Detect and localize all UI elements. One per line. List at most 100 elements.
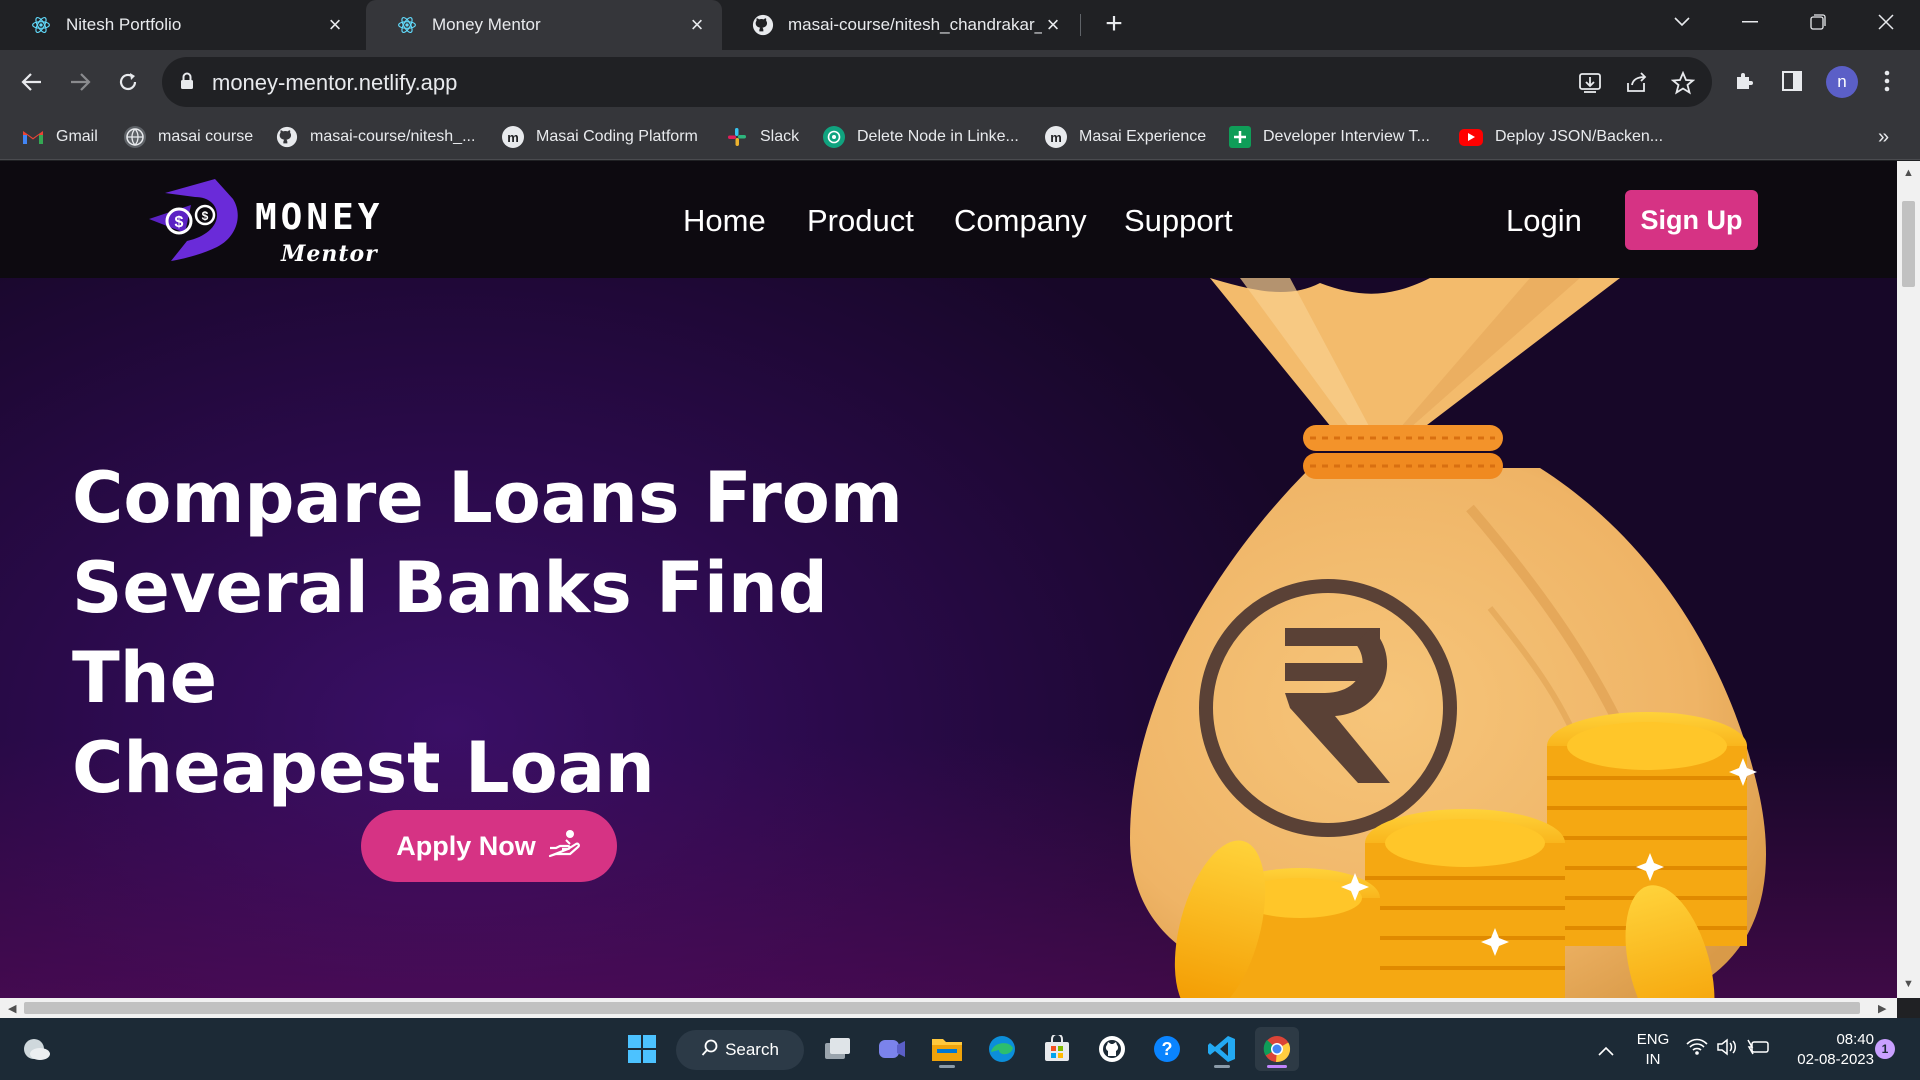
microsoft-store-icon[interactable] — [1035, 1027, 1079, 1071]
close-tab-icon[interactable]: × — [324, 12, 346, 37]
side-panel-icon[interactable] — [1777, 66, 1807, 96]
logo-text-mentor: Mentor — [281, 241, 378, 267]
headline-line: Several Banks Find The — [72, 547, 828, 719]
scroll-down-arrow-icon[interactable]: ▼ — [1903, 978, 1914, 990]
tab-title: masai-course/nitesh_chandrakar_fw — [788, 15, 1042, 34]
windows-taskbar: Search ? ENG IN 08:40 02-08-2023 1 — [0, 1018, 1920, 1080]
bookmark-masai-coding-platform[interactable]: m Masai Coding Platform — [502, 122, 698, 152]
github-desktop-icon[interactable] — [1090, 1027, 1134, 1071]
tab-title: Money Mentor — [432, 15, 541, 34]
windows-start-icon[interactable] — [620, 1027, 664, 1071]
nav-home[interactable]: Home — [683, 203, 766, 239]
lock-icon[interactable] — [180, 72, 194, 95]
bookmark-star-icon[interactable] — [1670, 70, 1696, 96]
tab-separator — [1080, 14, 1081, 36]
restore-icon[interactable] — [1790, 0, 1846, 44]
tab-github-repo[interactable]: masai-course/nitesh_chandrakar_fw × — [722, 0, 1078, 50]
bookmark-label: Masai Experience — [1079, 128, 1207, 145]
bookmark-label: Slack — [760, 128, 800, 145]
close-tab-icon[interactable]: × — [1042, 12, 1064, 37]
login-link[interactable]: Login — [1506, 203, 1582, 239]
extensions-puzzle-icon[interactable] — [1730, 66, 1760, 96]
notification-count: 1 — [1881, 1042, 1889, 1056]
file-explorer-icon[interactable] — [925, 1027, 969, 1071]
tab-search-icon[interactable] — [1654, 0, 1710, 44]
tab-money-mentor[interactable]: Money Mentor × — [366, 0, 722, 50]
profile-avatar[interactable]: n — [1826, 66, 1858, 98]
bookmark-masai-course[interactable]: masai course — [124, 122, 253, 152]
scroll-right-arrow-icon[interactable]: ▶ — [1878, 1002, 1886, 1015]
bookmark-developer-interview[interactable]: Developer Interview T... — [1229, 122, 1430, 152]
bookmark-label: Developer Interview T... — [1263, 128, 1430, 145]
scroll-left-arrow-icon[interactable]: ◀ — [8, 1002, 16, 1015]
new-tab-button[interactable]: + — [1098, 7, 1130, 40]
url-text[interactable]: money-mentor.netlify.app — [212, 70, 457, 96]
nav-support[interactable]: Support — [1124, 203, 1233, 239]
forward-arrow-icon[interactable] — [62, 64, 98, 100]
bookmark-deploy-json[interactable]: Deploy JSON/Backen... — [1459, 122, 1663, 152]
horizontal-scrollbar[interactable]: ◀ ▶ — [0, 998, 1897, 1018]
active-indicator — [1267, 1065, 1287, 1068]
region-code: IN — [1645, 1051, 1661, 1068]
notification-badge[interactable]: 1 — [1875, 1039, 1895, 1059]
help-icon[interactable]: ? — [1145, 1027, 1189, 1071]
horizontal-scroll-thumb[interactable] — [24, 1002, 1860, 1014]
menu-dots-icon[interactable] — [1872, 66, 1902, 96]
wifi-icon[interactable] — [1686, 1038, 1708, 1062]
volume-icon[interactable] — [1716, 1038, 1738, 1062]
page-viewport: Compare Loans From Several Banks Find Th… — [0, 161, 1897, 998]
minimize-icon[interactable] — [1722, 0, 1778, 44]
react-icon — [396, 14, 418, 36]
address-bar[interactable]: money-mentor.netlify.app — [162, 57, 1712, 107]
close-tab-icon[interactable]: × — [686, 12, 708, 37]
site-navbar: $ $ MONEY Mentor Home Product Company Su… — [0, 161, 1897, 278]
react-icon — [30, 14, 52, 36]
language-code: ENG — [1636, 1031, 1670, 1048]
money-mentor-logo[interactable]: $ $ MONEY Mentor — [145, 175, 395, 275]
signup-button[interactable]: Sign Up — [1625, 190, 1758, 250]
search-label: Search — [725, 1040, 779, 1059]
bookmark-slack[interactable]: Slack — [726, 122, 799, 152]
youtube-icon — [1459, 128, 1483, 146]
clock-time: 08:40 — [1836, 1031, 1874, 1048]
close-window-icon[interactable] — [1858, 0, 1914, 44]
running-indicator — [1214, 1065, 1230, 1068]
chrome-icon[interactable] — [1255, 1027, 1299, 1071]
hand-money-icon — [548, 828, 582, 865]
show-hidden-icons-chevron-icon[interactable] — [1598, 1040, 1614, 1060]
vscode-icon[interactable] — [1200, 1027, 1244, 1071]
bookmarks-overflow-button[interactable]: » — [1878, 122, 1889, 152]
logo-text-money: MONEY — [255, 197, 384, 238]
back-arrow-icon[interactable] — [14, 64, 50, 100]
svg-text:?: ? — [1162, 1039, 1173, 1059]
vertical-scroll-thumb[interactable] — [1902, 201, 1915, 287]
apply-now-button[interactable]: Apply Now — [361, 810, 617, 882]
clock[interactable]: 08:40 02-08-2023 — [1782, 1030, 1874, 1070]
bookmark-gmail[interactable]: Gmail — [22, 122, 98, 152]
weather-widget-icon[interactable] — [14, 1027, 58, 1071]
vertical-scrollbar[interactable]: ▲ ▼ — [1897, 161, 1920, 998]
teams-chat-icon[interactable] — [870, 1027, 914, 1071]
install-app-icon[interactable] — [1577, 70, 1603, 96]
language-indicator[interactable]: ENG IN — [1634, 1030, 1672, 1070]
tab-nitesh-portfolio[interactable]: Nitesh Portfolio × — [0, 0, 360, 50]
task-view-icon[interactable] — [816, 1027, 860, 1071]
taskbar-search-button[interactable]: Search — [676, 1030, 804, 1070]
edge-browser-icon[interactable] — [980, 1027, 1024, 1071]
nav-company[interactable]: Company — [954, 203, 1087, 239]
bookmark-delete-node[interactable]: Delete Node in Linke... — [823, 122, 1019, 152]
sheets-icon — [1229, 126, 1251, 148]
logo-emblem-icon: $ $ — [149, 179, 238, 261]
bookmark-masai-experience[interactable]: m Masai Experience — [1045, 122, 1206, 152]
share-icon[interactable] — [1624, 70, 1650, 96]
battery-charging-icon[interactable] — [1746, 1038, 1770, 1062]
scroll-up-arrow-icon[interactable]: ▲ — [1903, 167, 1914, 179]
tab-title: Nitesh Portfolio — [66, 15, 182, 34]
running-indicator — [939, 1065, 955, 1068]
reload-icon[interactable] — [110, 64, 146, 100]
hero-headline: Compare Loans From Several Banks Find Th… — [72, 453, 972, 813]
bookmark-label: Deploy JSON/Backen... — [1495, 128, 1664, 145]
bookmark-github-repo[interactable]: masai-course/nitesh_... — [276, 122, 475, 152]
github-icon — [276, 126, 298, 148]
nav-product[interactable]: Product — [807, 203, 914, 239]
